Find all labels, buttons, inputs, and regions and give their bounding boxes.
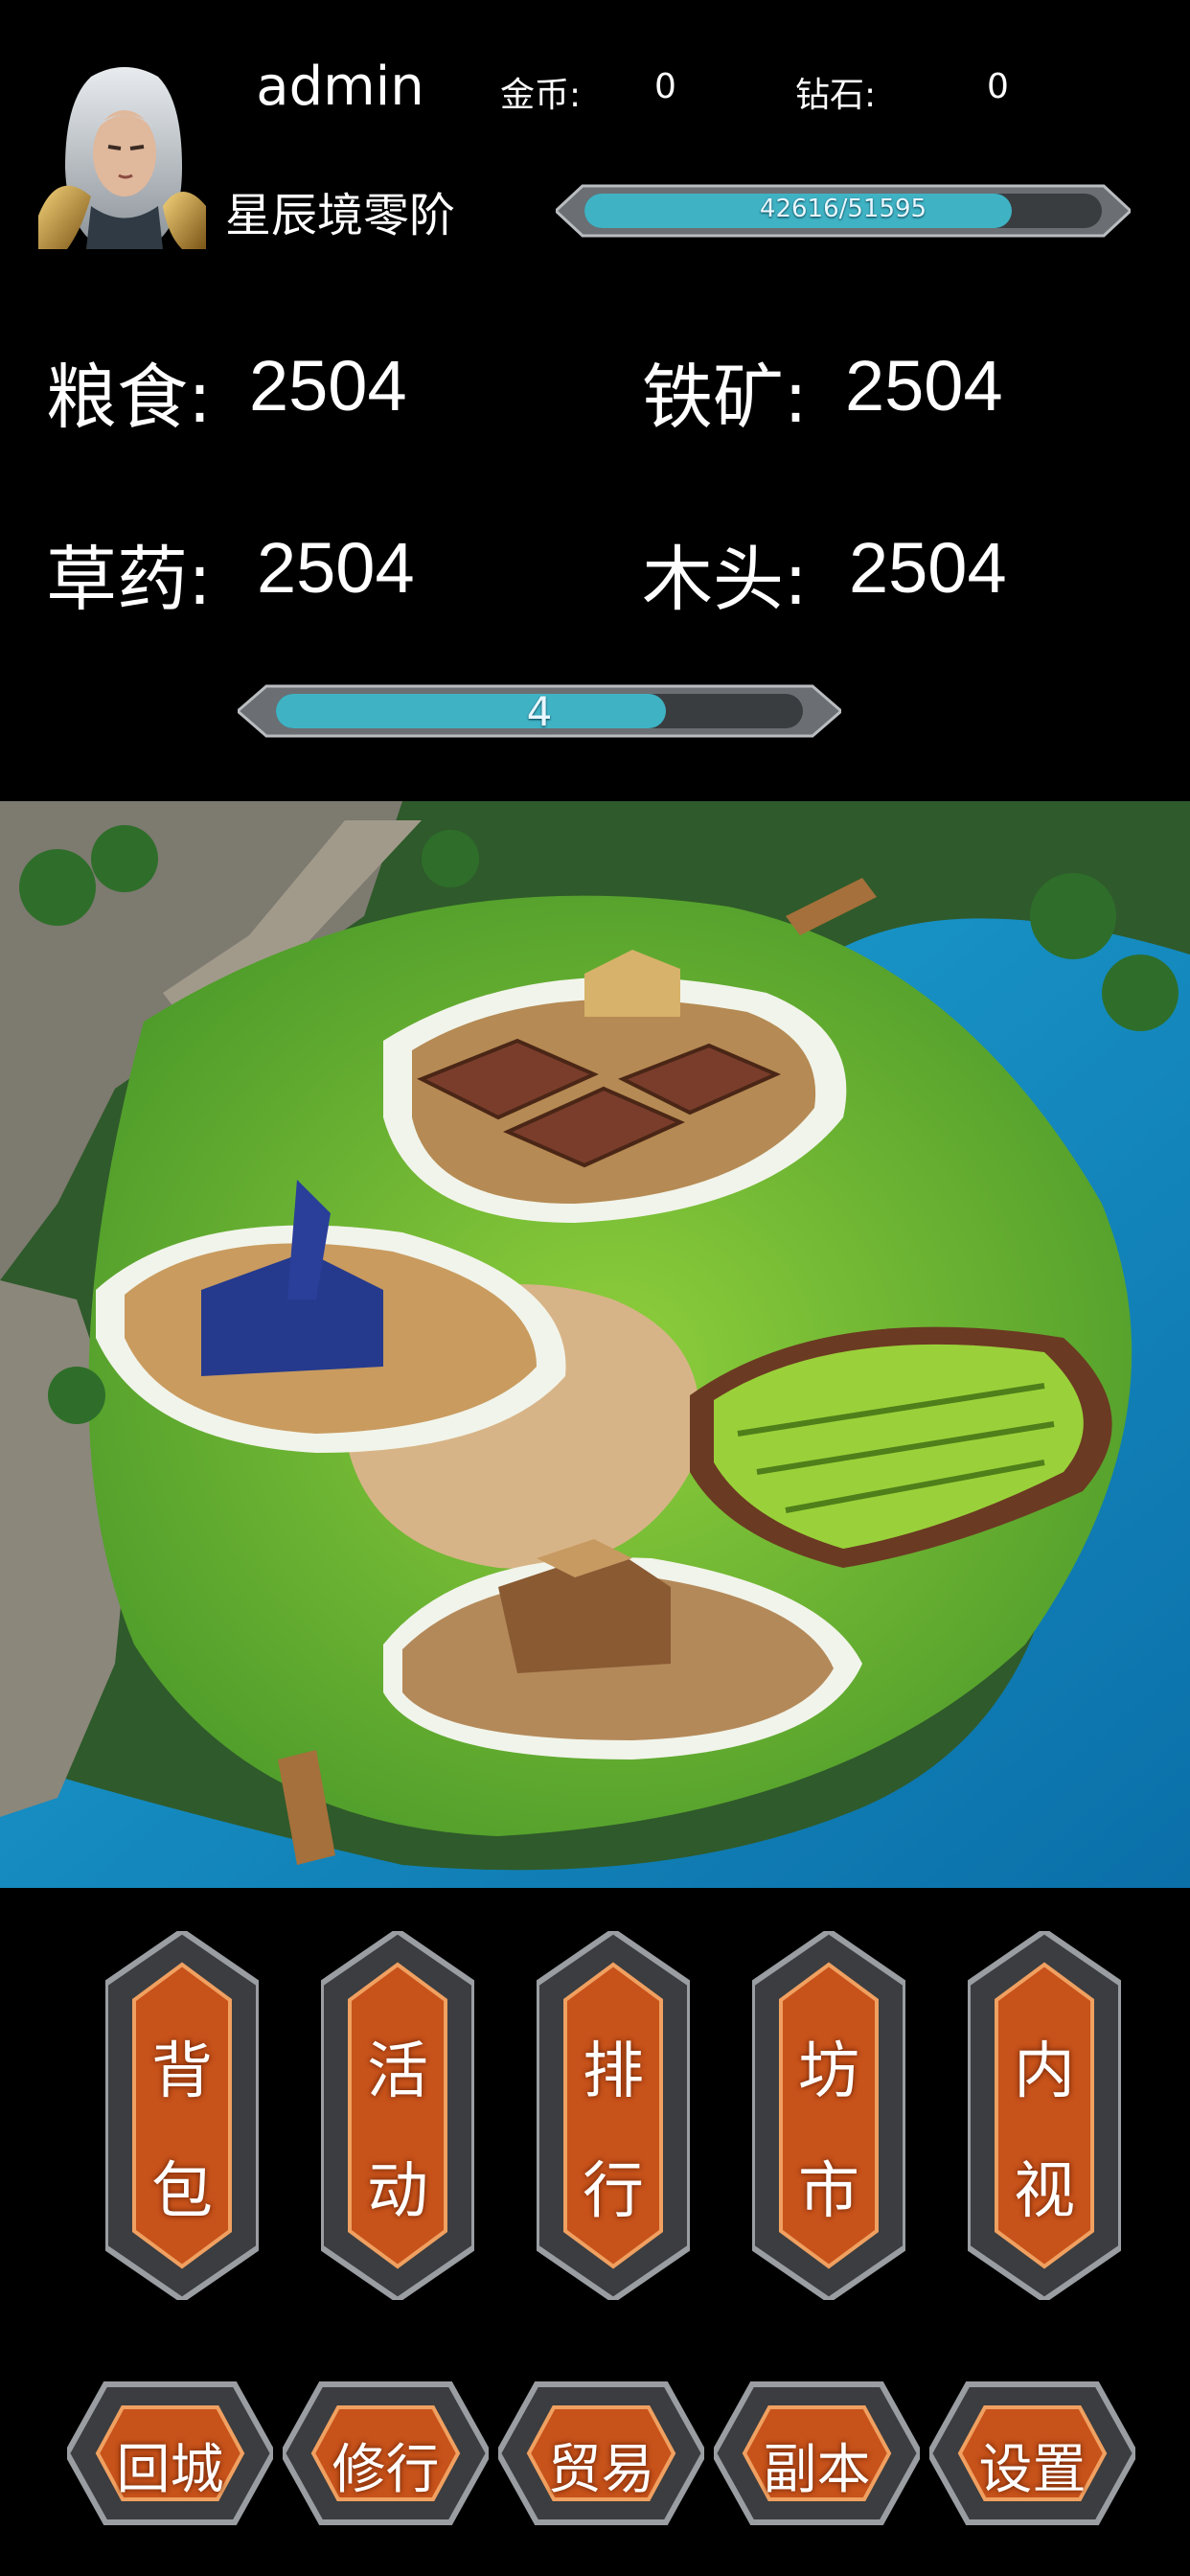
exp-bar-text: 42616/51595 [759,195,927,223]
dungeon-label: 副本 [763,2439,871,2501]
hex-frame-icon [105,1931,259,2300]
iron-label: 铁矿: [642,356,808,439]
territory-map-icon [0,801,1190,1888]
inner-char-2: 视 [1014,2156,1075,2227]
player-avatar[interactable] [38,62,206,249]
cultivate-label: 修行 [332,2439,440,2501]
trade-label: 贸易 [547,2439,655,2501]
gold-value: 0 [654,67,676,106]
wood-label: 木头: [642,539,808,621]
iron-value: 2504 [845,346,1003,426]
trade-button[interactable]: 贸易 [498,2377,704,2530]
diamond-label: 钻石: [795,76,877,115]
wood-value: 2504 [849,528,1007,608]
diamond-value: 0 [987,67,1009,106]
ranking-char-1: 排 [583,2036,644,2107]
bag-char-2: 包 [151,2156,213,2227]
level-bar: 4 [238,682,841,740]
level-bar-text: 4 [526,688,553,735]
settings-label: 设置 [978,2439,1087,2501]
inner-char-1: 内 [1014,2036,1075,2107]
market-button[interactable]: 坊 市 [752,1931,905,2300]
activity-char-1: 活 [367,2036,428,2107]
settings-button[interactable]: 设置 [929,2377,1135,2530]
activity-button[interactable]: 活 动 [321,1931,474,2300]
return-city-label: 回城 [116,2439,224,2501]
return-city-button[interactable]: 回城 [67,2377,273,2530]
herb-value: 2504 [257,528,415,608]
hex-frame-icon [968,1931,1121,2300]
ranking-button[interactable]: 排 行 [537,1931,690,2300]
exp-bar: 42616/51595 [556,182,1131,240]
gold-label: 金币: [500,76,582,115]
activity-char-2: 动 [367,2156,428,2227]
ranking-char-2: 行 [583,2156,644,2227]
inner-view-button[interactable]: 内 视 [968,1931,1121,2300]
player-rank: 星辰境零阶 [224,189,455,242]
cultivate-button[interactable]: 修行 [283,2377,489,2530]
hex-frame-icon [321,1931,474,2300]
player-name: admin [256,56,424,118]
dungeon-button[interactable]: 副本 [714,2377,920,2530]
hero-portrait-icon [38,67,206,249]
food-value: 2504 [249,346,407,426]
herb-label: 草药: [46,539,212,621]
hex-frame-icon [752,1931,905,2300]
bag-button[interactable]: 背 包 [105,1931,259,2300]
bag-char-1: 背 [151,2036,213,2107]
hex-frame-icon [537,1931,690,2300]
market-char-2: 市 [798,2156,859,2227]
food-label: 粮食: [46,356,212,439]
territory-map[interactable] [0,801,1190,1888]
market-char-1: 坊 [798,2036,859,2107]
